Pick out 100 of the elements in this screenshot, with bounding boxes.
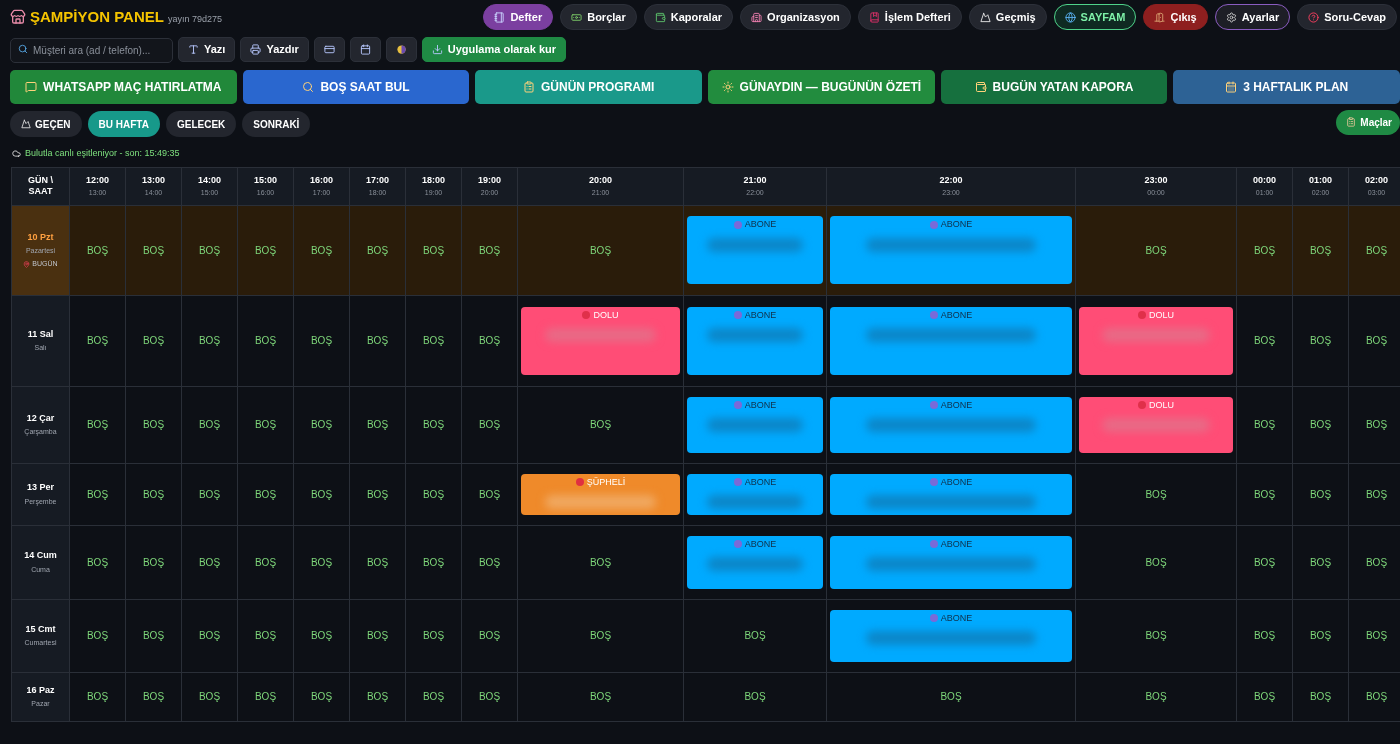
hour-header: 16:00	[310, 174, 333, 187]
free-slot-text: BOŞ	[1365, 487, 1388, 502]
hour-header: 18:00	[422, 174, 445, 187]
free-slot-text: BOŞ	[1253, 690, 1276, 704]
nav-button[interactable]: Soru-Cevap	[1297, 4, 1397, 30]
icon-button[interactable]	[385, 37, 417, 62]
nav-button[interactable]: Geçmiş	[968, 4, 1047, 30]
cloud-icon	[12, 149, 21, 159]
booking-block[interactable]: ABONE	[830, 216, 1072, 284]
free-slot-text: BOŞ	[1309, 243, 1332, 258]
booking-block[interactable]: ABONE	[830, 306, 1072, 375]
booking-block[interactable]: DOLU	[1079, 306, 1233, 375]
hour-header: 02:00	[1365, 174, 1388, 187]
free-slot-text: BOŞ	[366, 629, 389, 643]
free-slot-text: BOŞ	[1253, 629, 1276, 643]
free-slot-text: BOŞ	[254, 334, 277, 348]
booking-block[interactable]: DOLU	[1079, 396, 1233, 453]
free-slot-text: BOŞ	[86, 690, 109, 704]
free-slot-text: BOŞ	[1145, 690, 1167, 704]
action-button[interactable]: BUGÜN YATAN KAPORA	[940, 70, 1168, 104]
free-slot-text: BOŞ	[940, 690, 962, 704]
calendar-icon	[1225, 81, 1238, 93]
free-slot-text: BOŞ	[1145, 629, 1167, 643]
nav-button[interactable]: Çıkış	[1143, 4, 1208, 30]
hour-header: 17:00	[366, 174, 389, 187]
booking-block[interactable]: ABONE	[830, 535, 1072, 589]
free-slot-text: BOŞ	[1365, 555, 1388, 570]
calendar-icon	[359, 44, 371, 55]
free-slot-text: BOŞ	[310, 487, 333, 502]
action-button[interactable]: BOŞ SAAT BUL	[242, 70, 470, 104]
booking-status: ABONE	[940, 398, 973, 412]
nav-button[interactable]: Kaporalar	[643, 4, 734, 30]
matches-button[interactable]: Maçlar	[1336, 109, 1400, 135]
free-slot-text: BOŞ	[366, 334, 389, 348]
nav-button[interactable]: Ayarlar	[1214, 4, 1291, 30]
hour-header: 15:00	[254, 174, 277, 187]
week-tab[interactable]: GEÇEN	[10, 111, 82, 137]
booking-block[interactable]: ABONE	[830, 609, 1072, 662]
booking-block[interactable]: ABONE	[830, 396, 1072, 453]
free-slot-text: BOŞ	[1365, 418, 1388, 432]
booking-status: ABONE	[940, 218, 973, 231]
nav-button[interactable]: Borçlar	[560, 4, 637, 30]
free-slot-text: BOŞ	[366, 690, 389, 704]
version-text: yayın 79d275	[167, 12, 222, 26]
free-slot-text: BOŞ	[1253, 243, 1276, 258]
free-slot-text: BOŞ	[254, 555, 277, 570]
booking-status: ABONE	[940, 537, 973, 551]
free-slot-text: BOŞ	[589, 555, 612, 570]
booking-block[interactable]: ABONE	[687, 216, 823, 284]
free-slot-text: BOŞ	[1309, 487, 1332, 502]
free-slot-text: BOŞ	[142, 690, 165, 704]
app-title: ŞAMPİYON PANEL	[30, 6, 164, 27]
free-slot-text: BOŞ	[478, 487, 501, 502]
booking-status: ŞÜPHELİ	[586, 475, 626, 489]
help-icon	[1308, 11, 1320, 23]
free-slot-text: BOŞ	[142, 555, 165, 570]
printer-icon	[250, 44, 262, 55]
booking-block[interactable]: ABONE	[830, 473, 1072, 515]
free-slot-text: BOŞ	[198, 487, 221, 502]
free-slot-text: BOŞ	[589, 243, 612, 258]
booking-block[interactable]: ABONE	[687, 473, 823, 515]
booking-status: ABONE	[744, 537, 777, 551]
booking-block[interactable]: ABONE	[687, 535, 823, 589]
free-slot-text: BOŞ	[254, 418, 277, 432]
tool-button[interactable]: Yazdır	[240, 37, 309, 62]
week-tab[interactable]: BU HAFTA	[87, 111, 160, 137]
hour-header: 00:00	[1253, 174, 1276, 187]
icon-button[interactable]	[349, 37, 381, 62]
pin-icon	[23, 260, 31, 268]
action-button[interactable]: GÜNÜN PROGRAMI	[475, 70, 702, 104]
tool-button[interactable]: Yazı	[178, 37, 236, 62]
action-button[interactable]: GÜNAYDIN — BUGÜNÜN ÖZETİ	[708, 70, 935, 104]
book-icon	[868, 11, 880, 23]
booking-block[interactable]: ABONE	[687, 396, 823, 453]
nav-button[interactable]: İşlem Defteri	[857, 4, 962, 30]
free-slot-text: BOŞ	[478, 629, 501, 643]
icon-button[interactable]	[313, 37, 345, 62]
action-button[interactable]: 3 HAFTALIK PLAN	[1173, 70, 1400, 104]
hour-header: 23:00	[1144, 174, 1168, 187]
week-tab[interactable]: SONRAKİ	[242, 111, 311, 137]
booking-status: ABONE	[940, 308, 973, 322]
free-slot-text: BOŞ	[254, 243, 277, 258]
nav-button[interactable]: Defter	[483, 4, 554, 30]
free-slot-text: BOŞ	[198, 418, 221, 432]
nav-button[interactable]: Organizasyon	[740, 4, 851, 30]
free-slot-text: BOŞ	[1253, 487, 1276, 502]
free-slot-text: BOŞ	[1145, 487, 1167, 502]
action-button[interactable]: WHATSAPP MAÇ HATIRLATMA	[10, 70, 237, 104]
search-field[interactable]: Müşteri ara (ad / telefon)...	[10, 38, 173, 63]
free-slot-text: BOŞ	[422, 418, 445, 432]
booking-block[interactable]: DOLU	[521, 306, 680, 375]
day-label: 16 Paz	[26, 683, 55, 697]
week-tab[interactable]: GELECEK	[165, 111, 237, 137]
nav-button[interactable]: SAYFAM	[1053, 4, 1137, 30]
free-slot-text: BOŞ	[1309, 555, 1332, 570]
tool-button[interactable]: Uygulama olarak kur	[421, 37, 567, 62]
free-slot-text: BOŞ	[1309, 418, 1332, 432]
free-slot-text: BOŞ	[478, 690, 501, 704]
free-slot-text: BOŞ	[254, 690, 277, 704]
booking-block[interactable]: ABONE	[687, 306, 823, 375]
